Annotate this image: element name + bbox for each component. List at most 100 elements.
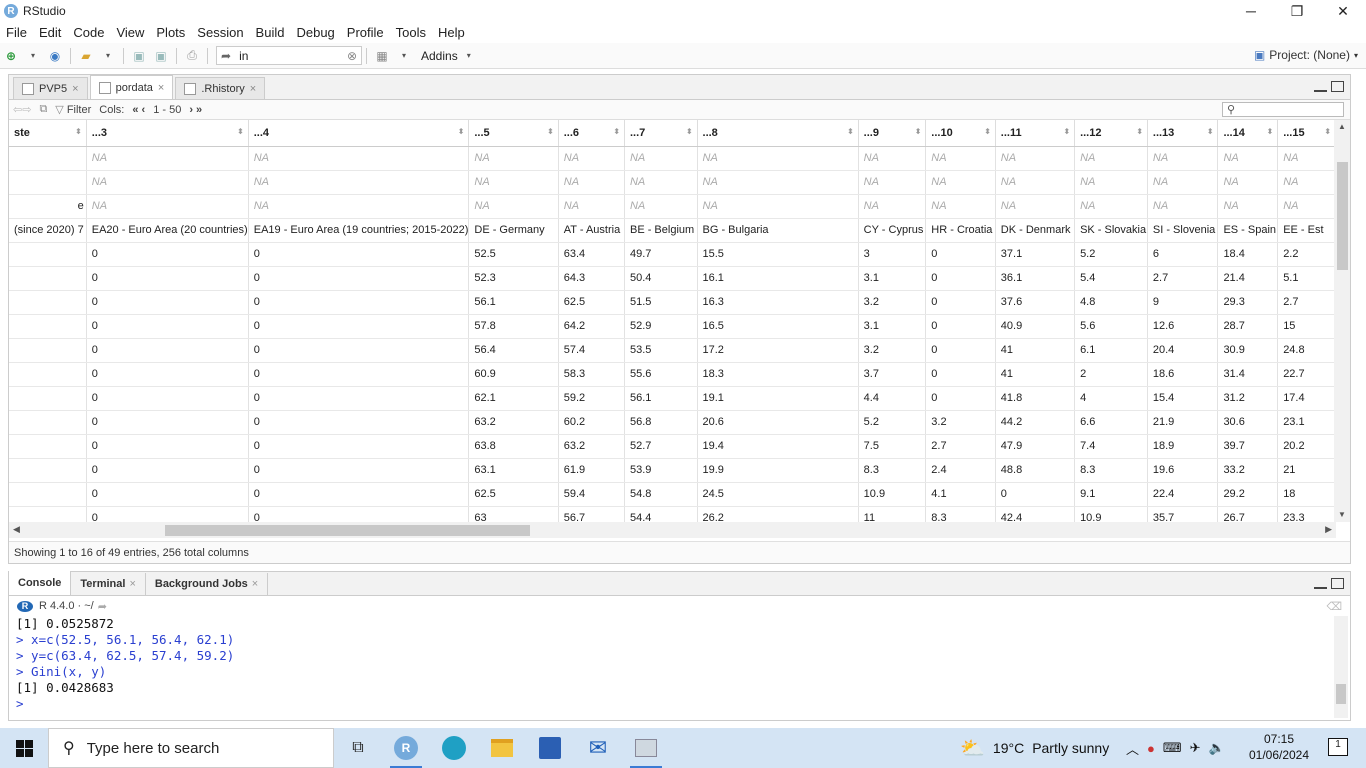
tab-pordata[interactable]: pordata ×	[89, 75, 174, 99]
table-cell[interactable]: 2.2	[1277, 242, 1336, 267]
table-cell[interactable]: 3.2	[858, 338, 927, 363]
close-button[interactable]: ✕	[1320, 0, 1366, 22]
table-cell[interactable]: 10.9	[1074, 506, 1148, 522]
table-cell[interactable]	[9, 242, 87, 267]
airplane-mode-icon[interactable]: ✈	[1190, 740, 1201, 756]
column-header[interactable]: ste ⬍	[9, 120, 87, 147]
table-cell[interactable]: SI - Slovenia	[1147, 218, 1219, 243]
table-cell[interactable]: 19.4	[697, 434, 859, 459]
table-cell[interactable]: 26.2	[697, 506, 859, 522]
table-cell[interactable]: NA	[558, 146, 625, 171]
table-cell[interactable]: 60.2	[558, 410, 625, 435]
maximize-pane-icon[interactable]	[1331, 81, 1344, 92]
table-cell[interactable]: 2.7	[925, 434, 996, 459]
popout-icon[interactable]: ⧉	[39, 103, 47, 116]
table-cell[interactable]: 4.8	[1074, 290, 1148, 315]
table-cell[interactable]: EA19 - Euro Area (19 countries; 2015-202…	[248, 218, 470, 243]
tab-console[interactable]: Console	[9, 571, 72, 595]
table-cell[interactable]: 41.8	[995, 386, 1076, 411]
table-cell[interactable]: 28.7	[1217, 314, 1279, 339]
table-cell[interactable]: 22.7	[1277, 362, 1336, 387]
sort-icon[interactable]: ⬍	[458, 127, 465, 136]
scrollbar-thumb[interactable]	[165, 525, 530, 536]
table-cell[interactable]: 8.3	[858, 458, 927, 483]
chevron-up-icon[interactable]: ︿	[1126, 739, 1139, 758]
table-cell[interactable]: 39.7	[1217, 434, 1279, 459]
table-cell[interactable]: 47.9	[995, 434, 1076, 459]
next-cols-button[interactable]: › »	[189, 104, 202, 116]
table-cell[interactable]: 0	[248, 434, 470, 459]
table-cell[interactable]	[9, 266, 87, 291]
scroll-up-icon[interactable]: ▲	[1334, 122, 1350, 134]
table-cell[interactable]: NA	[995, 194, 1076, 219]
table-cell[interactable]: HR - Croatia	[925, 218, 996, 243]
minimize-button[interactable]: ─	[1228, 0, 1274, 22]
column-header[interactable]: ...11 ⬍	[995, 120, 1076, 147]
menu-view[interactable]: View	[110, 25, 150, 40]
table-cell[interactable]	[9, 362, 87, 387]
table-cell[interactable]: 8.3	[1074, 458, 1148, 483]
table-cell[interactable]	[9, 170, 87, 195]
table-cell[interactable]: NA	[995, 170, 1076, 195]
tab-rhistory[interactable]: .Rhistory ×	[175, 77, 266, 99]
save-icon[interactable]: ▣	[130, 47, 148, 65]
scroll-right-icon[interactable]: ▶	[1325, 524, 1332, 535]
system-clock[interactable]: 07:15 01/06/2024	[1246, 731, 1312, 763]
table-cell[interactable]: 4.1	[925, 482, 996, 507]
taskbar-app[interactable]	[622, 728, 670, 768]
table-cell[interactable]: NA	[86, 170, 249, 195]
table-cell[interactable]: 64.3	[558, 266, 625, 291]
table-cell[interactable]: 2.7	[1147, 266, 1219, 291]
table-cell[interactable]: 0	[248, 290, 470, 315]
dropdown-arrow-icon[interactable]: ▾	[395, 47, 413, 65]
table-cell[interactable]: 0	[86, 338, 249, 363]
table-cell[interactable]: 26.7	[1217, 506, 1279, 522]
tab-background-jobs[interactable]: Background Jobs ×	[146, 573, 269, 595]
table-cell[interactable]: 56.1	[468, 290, 559, 315]
table-cell[interactable]: NA	[1147, 194, 1219, 219]
table-cell[interactable]: 3.7	[858, 362, 927, 387]
table-cell[interactable]: 24.8	[1277, 338, 1336, 363]
column-header[interactable]: ...6 ⬍	[558, 120, 625, 147]
sort-icon[interactable]: ⬍	[1207, 127, 1214, 136]
table-cell[interactable]: 24.5	[697, 482, 859, 507]
table-cell[interactable]: 0	[86, 482, 249, 507]
table-cell[interactable]: 19.9	[697, 458, 859, 483]
table-cell[interactable]: 41	[995, 362, 1076, 387]
column-header[interactable]: ...7 ⬍	[624, 120, 698, 147]
table-cell[interactable]: 0	[925, 266, 996, 291]
table-cell[interactable]	[9, 482, 87, 507]
table-cell[interactable]: 4.4	[858, 386, 927, 411]
scrollbar-thumb[interactable]	[1336, 684, 1346, 704]
table-cell[interactable]: NA	[858, 194, 927, 219]
menu-help[interactable]: Help	[432, 25, 471, 40]
taskbar-store[interactable]	[526, 728, 574, 768]
table-cell[interactable]: NA	[697, 170, 859, 195]
taskbar-search[interactable]: ⚲ Type here to search	[48, 728, 334, 768]
table-cell[interactable]: 64.2	[558, 314, 625, 339]
table-cell[interactable]: 15.4	[1147, 386, 1219, 411]
table-cell[interactable]: NA	[86, 146, 249, 171]
table-cell[interactable]	[9, 386, 87, 411]
table-cell[interactable]: 63.2	[468, 410, 559, 435]
table-cell[interactable]: 63	[468, 506, 559, 522]
table-cell[interactable]: NA	[858, 146, 927, 171]
table-cell[interactable]: ES - Spain	[1217, 218, 1279, 243]
table-cell[interactable]: SK - Slovakia	[1074, 218, 1148, 243]
table-cell[interactable]	[9, 146, 87, 171]
table-cell[interactable]: 6	[1147, 242, 1219, 267]
table-cell[interactable]: 6.1	[1074, 338, 1148, 363]
table-cell[interactable]: 30.6	[1217, 410, 1279, 435]
table-cell[interactable]: 4	[1074, 386, 1148, 411]
table-cell[interactable]: 3.1	[858, 314, 927, 339]
table-cell[interactable]: 50.4	[624, 266, 698, 291]
table-cell[interactable]: 22.4	[1147, 482, 1219, 507]
column-header[interactable]: ...8 ⬍	[697, 120, 859, 147]
table-cell[interactable]	[9, 434, 87, 459]
column-header[interactable]: ...15 ⬍	[1277, 120, 1336, 147]
table-cell[interactable]: 6.6	[1074, 410, 1148, 435]
table-cell[interactable]: 0	[86, 242, 249, 267]
table-cell[interactable]: 49.7	[624, 242, 698, 267]
sort-icon[interactable]: ⬍	[686, 127, 693, 136]
table-cell[interactable]: 0	[86, 266, 249, 291]
